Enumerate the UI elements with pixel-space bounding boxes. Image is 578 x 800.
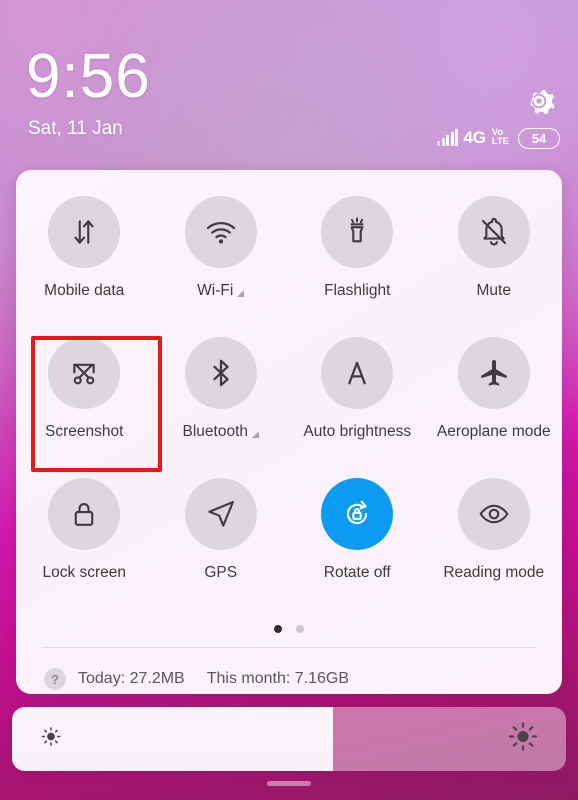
clock-time: 9:56 [26, 42, 151, 111]
quick-tile-label: Reading mode [443, 564, 544, 582]
quick-tile-label-text: Rotate off [323, 564, 391, 581]
page-dot-1[interactable] [274, 625, 282, 633]
quick-tile-icon-wrap[interactable] [184, 478, 257, 550]
quick-tile-mute[interactable]: Mute [426, 190, 563, 331]
quick-tile-wi-fi[interactable]: Wi-Fi [153, 190, 290, 331]
quick-tile-label: Screenshot [45, 423, 123, 441]
aeroplane-icon [481, 359, 507, 386]
quick-tile-label: Auto brightness [303, 423, 411, 441]
quick-tile-icon-wrap[interactable] [457, 337, 530, 409]
quick-tile-aeroplane-mode[interactable]: Aeroplane mode [426, 331, 563, 472]
quick-tile-bluetooth[interactable]: Bluetooth [153, 331, 290, 472]
bell-muted-icon [481, 217, 506, 246]
usage-today: Today: 27.2MB [78, 670, 185, 687]
settings-button[interactable] [520, 82, 558, 120]
quick-tile-icon-wrap[interactable] [48, 337, 121, 409]
quick-tile-label-text: Wi-Fi [197, 282, 234, 299]
quick-tile-label-text: Auto brightness [303, 423, 412, 440]
page-indicator[interactable] [16, 625, 562, 633]
quick-tile-label: Aeroplane mode [437, 423, 551, 441]
quick-tile-icon-wrap[interactable] [457, 478, 530, 550]
quick-tile-flashlight[interactable]: Flashlight [289, 190, 426, 331]
panel-divider [42, 647, 536, 648]
quick-tile-icon-wrap[interactable] [184, 337, 257, 409]
quick-tile-icon-wrap[interactable] [321, 478, 394, 550]
lockscreen-quick-settings: 9:56 Sat, 11 Jan 4G Vo LTE 54 Mobile dat… [0, 0, 578, 800]
quick-tile-screenshot[interactable]: Screenshot [16, 331, 153, 472]
quick-tile-label-text: Lock screen [42, 564, 127, 581]
gear-icon [530, 90, 555, 115]
quick-tile-label-text: Reading mode [443, 564, 545, 581]
quick-tile-icon-wrap[interactable] [48, 478, 121, 550]
brightness-low-icon [40, 726, 62, 753]
quick-settings-grid: Mobile data Wi-Fi Flashlight Mute Screenshot… [16, 190, 562, 613]
network-type-label: 4G [463, 128, 486, 147]
quick-settings-panel: Mobile data Wi-Fi Flashlight Mute Screenshot… [16, 170, 562, 694]
brightness-high-icon [508, 722, 538, 757]
home-indicator[interactable] [267, 781, 311, 786]
quick-tile-icon-wrap[interactable] [321, 196, 394, 268]
quick-tile-lock-screen[interactable]: Lock screen [16, 472, 153, 613]
volte-line2: LTE [491, 136, 509, 147]
quick-tile-mobile-data[interactable]: Mobile data [16, 190, 153, 331]
status-bar: 9:56 Sat, 11 Jan 4G Vo LTE 54 [0, 0, 578, 160]
auto-brightness-icon [348, 361, 367, 385]
page-dot-2[interactable] [296, 625, 304, 633]
help-icon[interactable]: ? [44, 668, 66, 690]
quick-tile-label-text: Bluetooth [182, 423, 249, 440]
mobile-data-icon [74, 220, 94, 244]
screenshot-icon [73, 363, 95, 385]
status-icons: 4G Vo LTE 54 [437, 126, 560, 150]
flashlight-icon [350, 217, 364, 243]
quick-tile-label: GPS [204, 564, 237, 582]
eye-icon [479, 504, 509, 524]
quick-tile-label: Mobile data [44, 282, 124, 300]
quick-tile-reading-mode[interactable]: Reading mode [426, 472, 563, 613]
battery-indicator: 54 [518, 127, 560, 149]
quick-tile-label-text: Aeroplane mode [436, 423, 551, 440]
data-usage-row[interactable]: ? Today: 27.2MB This month: 7.16GB [44, 668, 349, 690]
expand-triangle-icon[interactable] [237, 289, 245, 297]
signal-bars-icon [437, 128, 459, 146]
quick-tile-label-text: Flashlight [324, 282, 391, 299]
quick-tile-label-text: GPS [204, 564, 238, 581]
brightness-slider[interactable] [12, 707, 566, 771]
quick-tile-icon-wrap[interactable] [457, 196, 530, 268]
data-usage-text: Today: 27.2MB This month: 7.16GB [78, 670, 349, 688]
quick-tile-label-text: Mobile data [44, 282, 125, 299]
quick-tile-auto-brightness[interactable]: Auto brightness [289, 331, 426, 472]
quick-tile-label: Wi-Fi [197, 282, 245, 300]
quick-tile-label-text: Mute [476, 282, 511, 299]
padlock-icon [74, 503, 94, 526]
quick-tile-icon-wrap[interactable] [321, 337, 394, 409]
quick-tile-rotate-off[interactable]: Rotate off [289, 472, 426, 613]
usage-this-month: This month: 7.16GB [206, 670, 350, 687]
quick-tile-label: Bluetooth [182, 423, 259, 441]
expand-triangle-icon[interactable] [252, 430, 259, 438]
quick-tile-icon-wrap[interactable] [48, 196, 121, 268]
quick-tile-label: Rotate off [324, 564, 391, 582]
bluetooth-icon [213, 359, 229, 387]
quick-tile-label: Flashlight [324, 282, 390, 300]
wifi-icon [206, 222, 235, 244]
quick-tile-label: Lock screen [42, 564, 126, 582]
quick-tile-icon-wrap[interactable] [184, 196, 257, 268]
rotate-lock-icon [347, 500, 368, 525]
quick-tile-label: Mute [477, 282, 511, 300]
clock-date: Sat, 11 Jan [28, 118, 123, 139]
location-arrow-icon [208, 501, 234, 527]
quick-tile-label-text: Screenshot [45, 423, 124, 440]
quick-tile-gps[interactable]: GPS [153, 472, 290, 613]
volte-icon: Vo LTE [491, 128, 509, 147]
